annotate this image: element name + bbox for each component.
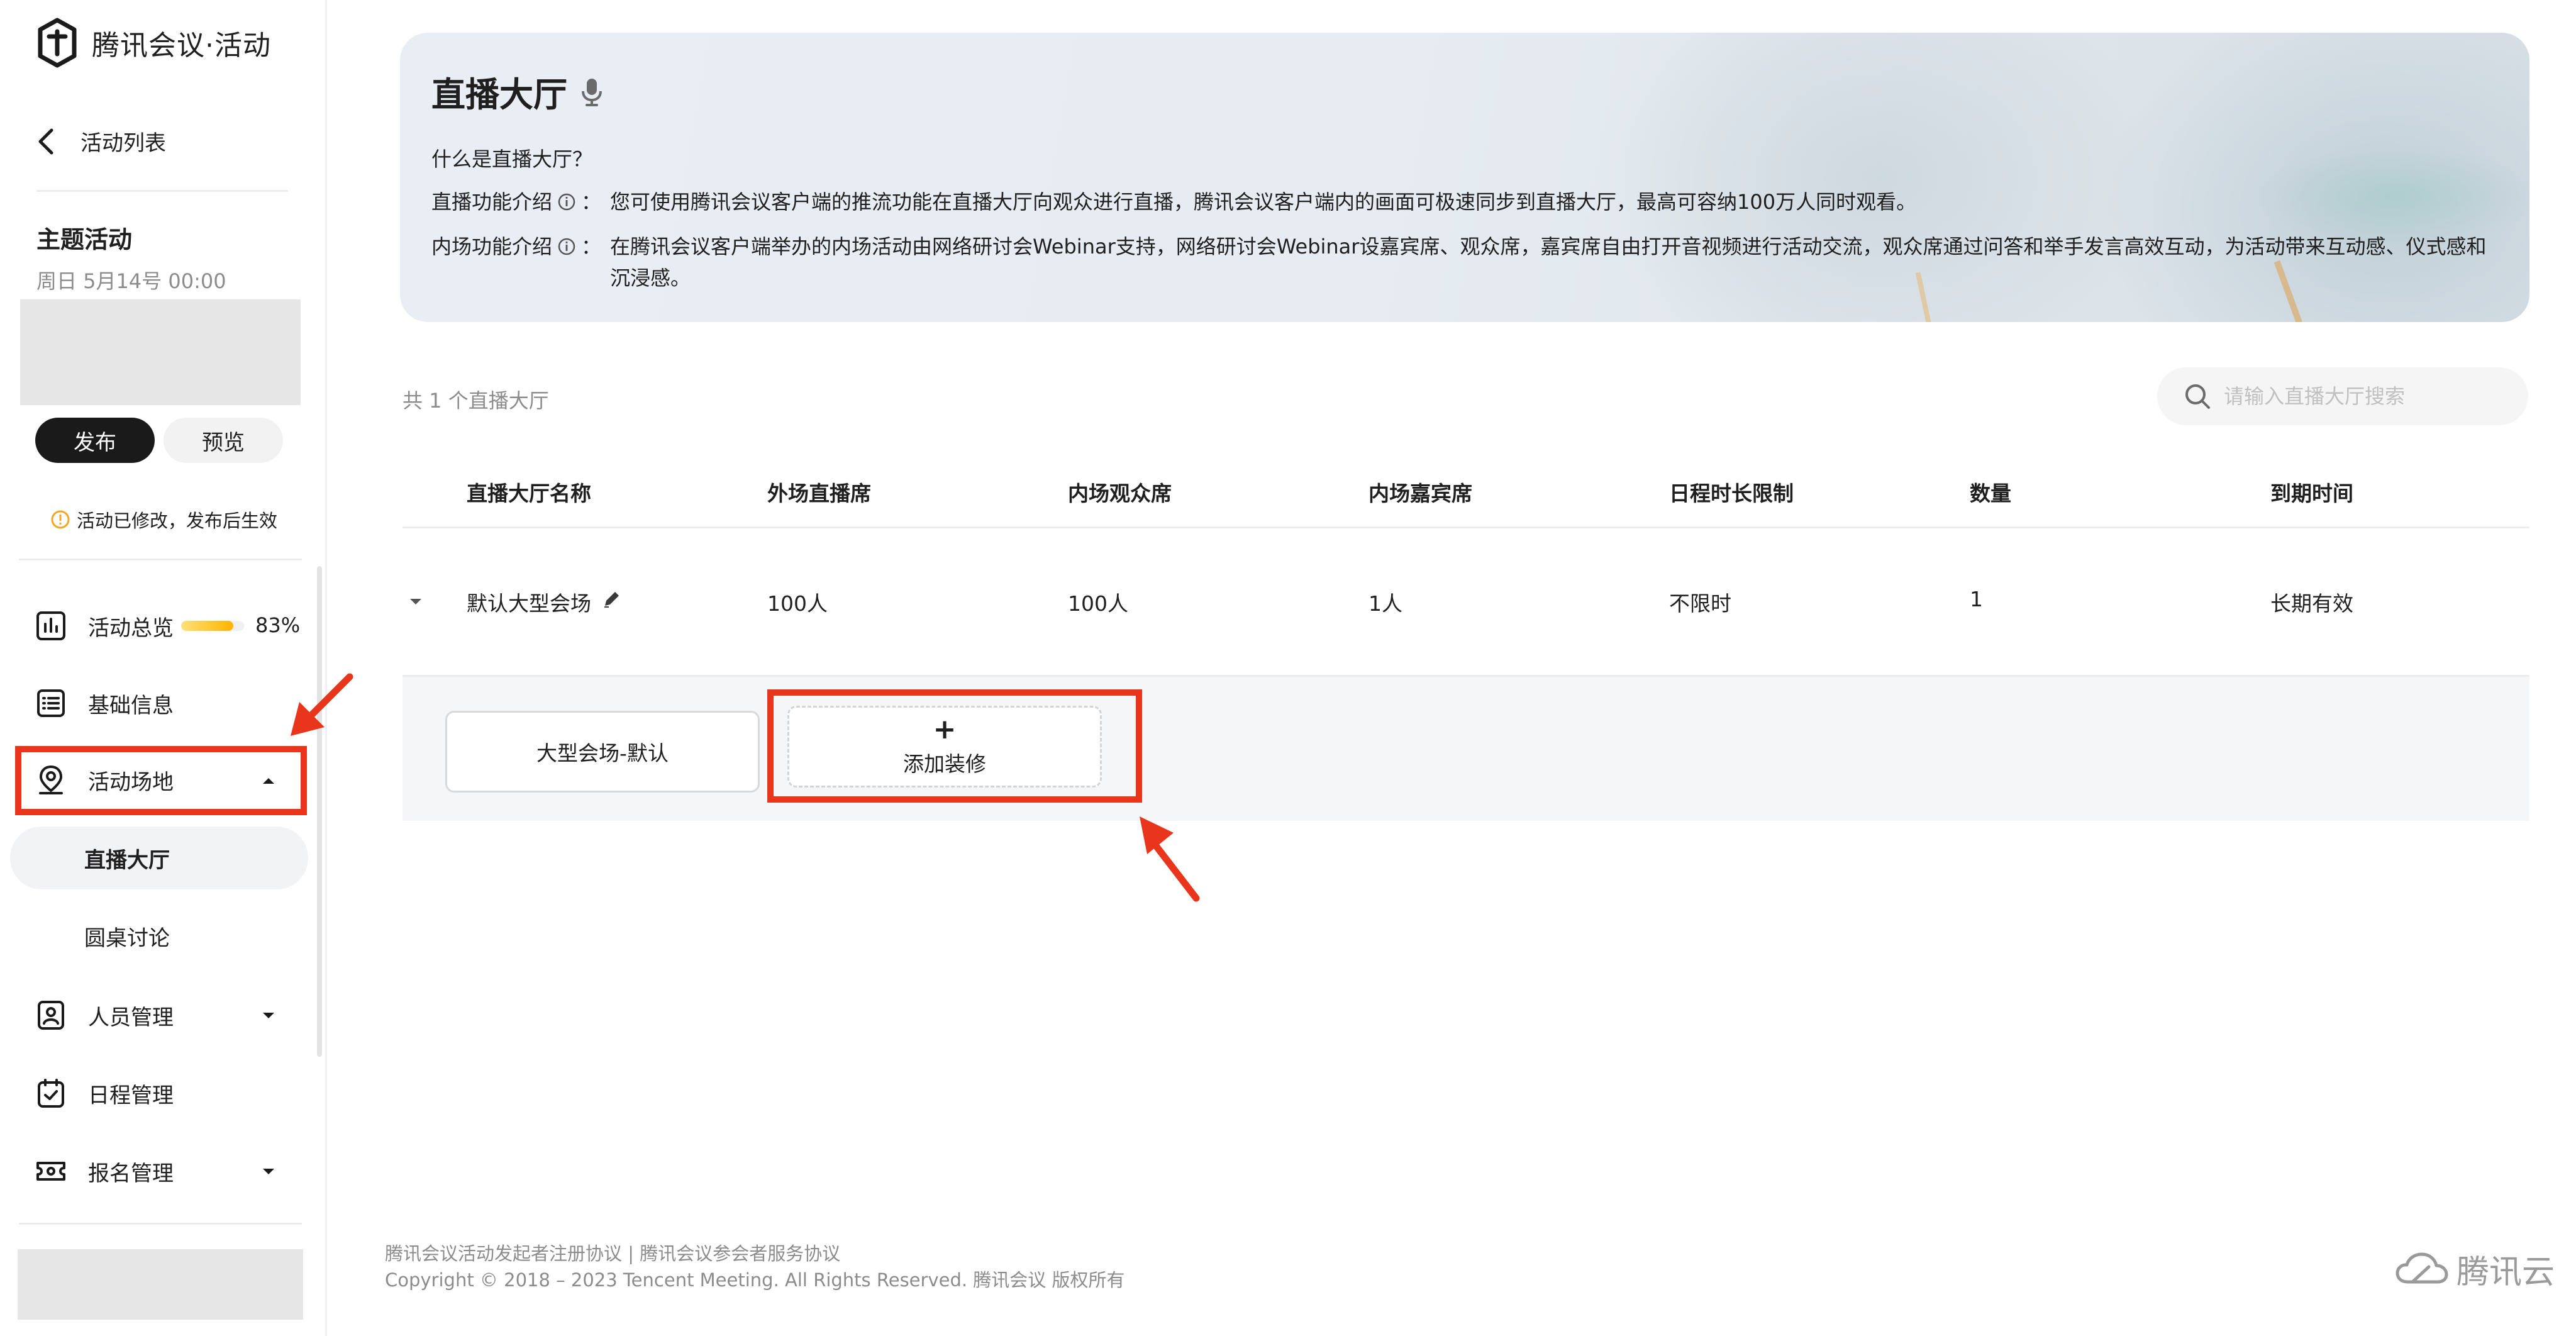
live-hall-banner: 直播大厅 什么是直播大厅？ 直播功能介绍 ： 您可使用腾讯会议客户端的推流功能在… xyxy=(400,33,2529,322)
page-title-text: 直播大厅 xyxy=(431,75,567,114)
column-header-duration-limit: 日程时长限制 xyxy=(1669,481,1794,506)
nav-overview-label: 活动总览 xyxy=(88,615,174,641)
live-function-text: 您可使用腾讯会议客户端的推流功能在直播大厅向观众进行直播，腾讯会议客户端内的画面… xyxy=(610,190,1917,214)
inner-function-label-group: 内场功能介绍 ： xyxy=(431,231,601,262)
logo-icon xyxy=(38,18,77,68)
sidebar-scrollbar[interactable] xyxy=(317,566,322,1057)
cloud-logo-icon xyxy=(2396,1252,2448,1283)
nav-schedule[interactable]: 日程管理 xyxy=(35,1068,174,1118)
overview-progress-bar xyxy=(181,621,244,631)
preview-button[interactable]: 预览 xyxy=(164,418,283,463)
colon: ： xyxy=(581,190,602,214)
event-cover-image xyxy=(20,299,301,405)
nav-people-label: 人员管理 xyxy=(88,1005,174,1030)
nav-overview[interactable]: 活动总览 xyxy=(35,601,174,651)
nav-sub-roundtable[interactable]: 圆桌讨论 xyxy=(10,905,308,967)
brand-text: 腾讯云 xyxy=(2457,1254,2555,1291)
cell-inner-guest: 1人 xyxy=(1368,591,1402,616)
nav-schedule-label: 日程管理 xyxy=(88,1083,174,1108)
column-header-quantity: 数量 xyxy=(1970,481,2011,506)
notice-text: 活动已修改，发布后生效 xyxy=(77,510,278,532)
decoration-card-default[interactable]: 大型会场-默认 xyxy=(445,711,760,793)
sidebar: 腾讯会议·活动 活动列表 主题活动 周日 5月14号 00:00 发布 预览 活… xyxy=(0,0,327,1336)
calendar-check-icon xyxy=(38,1079,64,1108)
table-row: 默认大型会场 100人 100人 1人 不限时 1 长期有效 xyxy=(402,530,2529,675)
sidebar-bottom-panel xyxy=(18,1249,303,1320)
cell-expiry: 长期有效 xyxy=(2270,591,2353,616)
annotation-arrow-icon xyxy=(1140,816,1200,902)
colon: ： xyxy=(581,235,602,259)
unpublished-notice: 活动已修改，发布后生效 xyxy=(50,506,277,533)
cell-quantity: 1 xyxy=(1970,587,1983,611)
hall-count: 共 1 个直播大厅 xyxy=(402,389,549,413)
nav-signup[interactable]: 报名管理 xyxy=(35,1146,174,1196)
nav-sub-live-hall[interactable]: 直播大厅 xyxy=(10,827,308,889)
list-icon xyxy=(37,689,65,717)
cell-duration-limit: 不限时 xyxy=(1669,591,1731,616)
cell-inner-audience: 100人 xyxy=(1068,591,1128,616)
annotation-arrow-icon xyxy=(291,673,353,736)
inner-function-intro: 内场功能介绍 ： 在腾讯会议客户端举办的内场活动由网络研讨会Webinar支持，… xyxy=(431,231,2501,294)
decorations-panel: 大型会场-默认 + 添加装修 xyxy=(402,675,2529,821)
live-function-label-group: 直播功能介绍 ： xyxy=(431,186,601,218)
back-chevron-icon xyxy=(38,128,53,154)
back-label: 活动列表 xyxy=(80,131,166,156)
overview-progress-text: 83% xyxy=(255,613,301,637)
nav-basic-info[interactable]: 基础信息 xyxy=(35,678,174,728)
info-icon[interactable] xyxy=(557,192,576,211)
column-header-inner-audience: 内场观众席 xyxy=(1068,481,1172,506)
cell-outer-live: 100人 xyxy=(767,591,828,616)
search-input[interactable] xyxy=(2224,384,2526,408)
warning-icon xyxy=(51,510,70,529)
app-logo[interactable]: 腾讯会议·活动 xyxy=(36,18,271,68)
publish-button[interactable]: 发布 xyxy=(35,418,155,463)
live-function-intro: 直播功能介绍 ： 您可使用腾讯会议客户端的推流功能在直播大厅向观众进行直播，腾讯… xyxy=(431,186,2501,218)
page-title: 直播大厅 xyxy=(431,67,602,116)
info-icon[interactable] xyxy=(557,237,576,256)
chart-icon xyxy=(36,611,65,640)
event-date: 周日 5月14号 00:00 xyxy=(36,269,226,293)
overview-progress-fill xyxy=(181,621,233,631)
event-title: 主题活动 xyxy=(36,226,133,253)
footer-links[interactable]: 腾讯会议活动发起者注册协议 | 腾讯会议参会者服务协议 xyxy=(385,1239,840,1266)
divider xyxy=(36,190,288,192)
column-header-inner-guest: 内场嘉宾席 xyxy=(1368,481,1472,506)
cell-hall-name: 默认大型会场 xyxy=(467,591,591,616)
nav-basic-info-label: 基础信息 xyxy=(88,693,174,718)
chevron-down-icon[interactable] xyxy=(409,598,423,606)
annotation-highlight-add-decoration xyxy=(767,689,1142,803)
search-icon xyxy=(2185,384,2210,409)
divider xyxy=(19,559,302,560)
edit-pencil-icon[interactable] xyxy=(601,588,623,610)
divider xyxy=(19,1223,302,1225)
back-to-activity-list[interactable]: 活动列表 xyxy=(36,126,166,157)
nav-people[interactable]: 人员管理 xyxy=(35,990,174,1040)
footer-copyright: Copyright © 2018 – 2023 Tencent Meeting.… xyxy=(385,1269,1125,1291)
search-box[interactable] xyxy=(2157,367,2528,425)
column-header-name: 直播大厅名称 xyxy=(467,481,591,506)
nav-signup-label: 报名管理 xyxy=(88,1161,174,1186)
ticket-icon xyxy=(36,1162,65,1181)
live-function-label: 直播功能介绍 xyxy=(431,190,553,214)
tencent-cloud-brand: 腾讯云 xyxy=(2394,1245,2555,1293)
chevron-down-icon[interactable] xyxy=(262,1011,275,1020)
inner-function-label: 内场功能介绍 xyxy=(431,235,553,259)
annotation-highlight-venue xyxy=(15,746,307,815)
chevron-down-icon[interactable] xyxy=(262,1167,275,1176)
table-header: 直播大厅名称 外场直播席 内场观众席 内场嘉宾席 日程时长限制 数量 到期时间 xyxy=(402,453,2529,528)
person-card-icon xyxy=(38,1001,64,1030)
microphone-icon xyxy=(582,78,602,106)
column-header-expiry: 到期时间 xyxy=(2270,481,2353,506)
logo-text: 腾讯会议·活动 xyxy=(92,30,271,62)
inner-function-text: 在腾讯会议客户端举办的内场活动由网络研讨会Webinar支持，网络研讨会Webi… xyxy=(610,235,2487,290)
banner-question: 什么是直播大厅？ xyxy=(431,147,593,171)
column-header-outer-live: 外场直播席 xyxy=(767,481,871,506)
